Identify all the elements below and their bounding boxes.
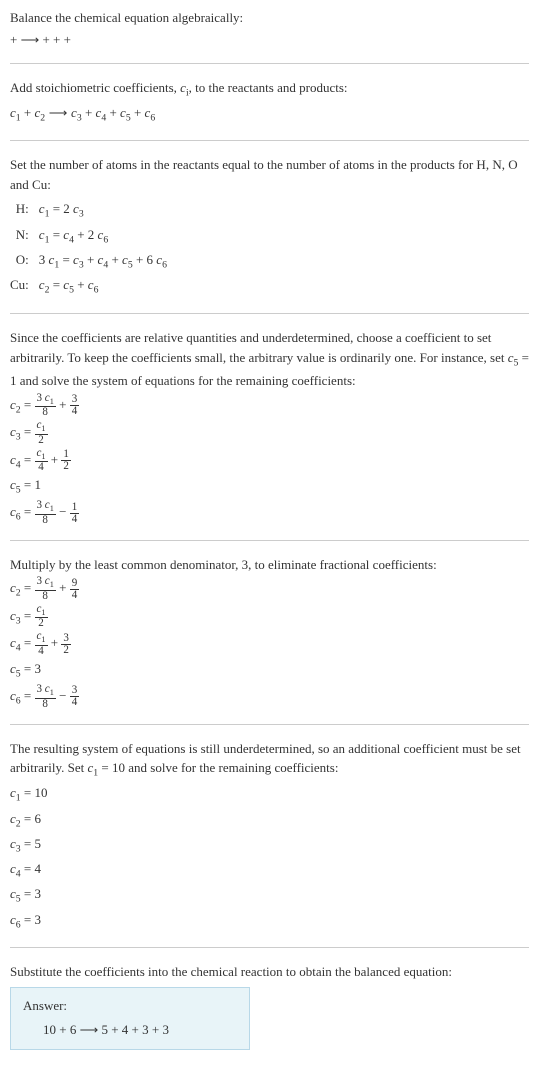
atom-eq: c1 = 2 c3 — [39, 198, 173, 223]
answer-label: Answer: — [23, 996, 237, 1016]
atoms-title: Set the number of atoms in the reactants… — [10, 155, 529, 194]
section-atoms: Set the number of atoms in the reactants… — [10, 155, 529, 314]
atom-row: O:3 c1 = c3 + c4 + c5 + 6 c6 — [10, 249, 173, 274]
coef-row: c3 = 5 — [10, 834, 529, 857]
atom-row: H:c1 = 2 c3 — [10, 198, 173, 223]
eq-sub: 6 — [150, 113, 155, 124]
atom-eq: c1 = c4 + 2 c6 — [39, 224, 173, 249]
atom-el: Cu: — [10, 274, 39, 299]
answer-title: Substitute the coefficients into the che… — [10, 962, 529, 982]
atom-el: H: — [10, 198, 39, 223]
section-arbitrary1: Since the coefficients are relative quan… — [10, 328, 529, 541]
section-arbitrary2: The resulting system of equations is sti… — [10, 739, 529, 948]
atom-el: N: — [10, 224, 39, 249]
coef-row: c4 = c14 + 12 — [10, 448, 529, 474]
arb2-list: c1 = 10 c2 = 6 c3 = 5 c4 = 4 c5 = 3 c6 =… — [10, 783, 529, 932]
coef-row: c4 = 4 — [10, 859, 529, 882]
coef-row: c2 = 3 c18 + 94 — [10, 576, 529, 602]
atoms-table: H:c1 = 2 c3 N:c1 = c4 + 2 c6 O:3 c1 = c3… — [10, 198, 173, 299]
coef-row: c1 = 10 — [10, 783, 529, 806]
arb1-list: c2 = 3 c18 + 34 c3 = c12 c4 = c14 + 12 c… — [10, 393, 529, 526]
coef-row: c5 = 1 — [10, 475, 529, 498]
coef-row: c2 = 3 c18 + 34 — [10, 393, 529, 419]
answer-box: Answer: 10 + 6 ⟶ 5 + 4 + 3 + 3 — [10, 987, 250, 1050]
atom-row: Cu:c2 = c5 + c6 — [10, 274, 173, 299]
coef-row: c5 = 3 — [10, 884, 529, 907]
arb2-title-b: and solve for the remaining coefficients… — [125, 760, 338, 775]
coef-row: c6 = 3 c18 − 34 — [10, 684, 529, 710]
arb2-title: The resulting system of equations is sti… — [10, 739, 529, 782]
coef-row: c4 = c14 + 32 — [10, 631, 529, 657]
eq-plus: + — [21, 105, 35, 120]
coef-row: c3 = c12 — [10, 604, 529, 630]
atom-el: O: — [10, 249, 39, 274]
coef-row: c2 = 6 — [10, 809, 529, 832]
eq-plus: + — [82, 105, 96, 120]
arb1-title: Since the coefficients are relative quan… — [10, 328, 529, 390]
atom-eq: 3 c1 = c3 + c4 + c5 + 6 c6 — [39, 249, 173, 274]
coef-row: c3 = c12 — [10, 420, 529, 446]
coef-row: c6 = 3 c18 − 14 — [10, 500, 529, 526]
eq-plus: + — [106, 105, 120, 120]
eq-arrow: ⟶ — [45, 105, 71, 120]
answer-equation: 10 + 6 ⟶ 5 + 4 + 3 + 3 — [23, 1020, 237, 1040]
lcd-title: Multiply by the least common denominator… — [10, 555, 529, 575]
eq-plus: + — [131, 105, 145, 120]
coef-row: c6 = 3 — [10, 910, 529, 933]
arb1-title-a: Since the coefficients are relative quan… — [10, 330, 508, 365]
stoich-title: Add stoichiometric coefficients, ci, to … — [10, 78, 529, 101]
balance-equation: + ⟶ + + + — [10, 30, 529, 50]
atom-eq: c2 = c5 + c6 — [39, 274, 173, 299]
arb2-title-var: c1 = 10 — [88, 760, 126, 775]
section-balance: Balance the chemical equation algebraica… — [10, 8, 529, 64]
stoich-title-a: Add stoichiometric coefficients, — [10, 80, 180, 95]
section-stoich: Add stoichiometric coefficients, ci, to … — [10, 78, 529, 141]
balance-title: Balance the chemical equation algebraica… — [10, 8, 529, 28]
stoich-title-b: , to the reactants and products: — [189, 80, 348, 95]
section-lcd: Multiply by the least common denominator… — [10, 555, 529, 725]
stoich-equation: c1 + c2 ⟶ c3 + c4 + c5 + c6 — [10, 103, 529, 126]
coef-row: c5 = 3 — [10, 659, 529, 682]
section-answer: Substitute the coefficients into the che… — [10, 962, 529, 1065]
lcd-list: c2 = 3 c18 + 94 c3 = c12 c4 = c14 + 32 c… — [10, 576, 529, 709]
arb1-title-b: and solve the system of equations for th… — [17, 373, 356, 388]
atom-row: N:c1 = c4 + 2 c6 — [10, 224, 173, 249]
